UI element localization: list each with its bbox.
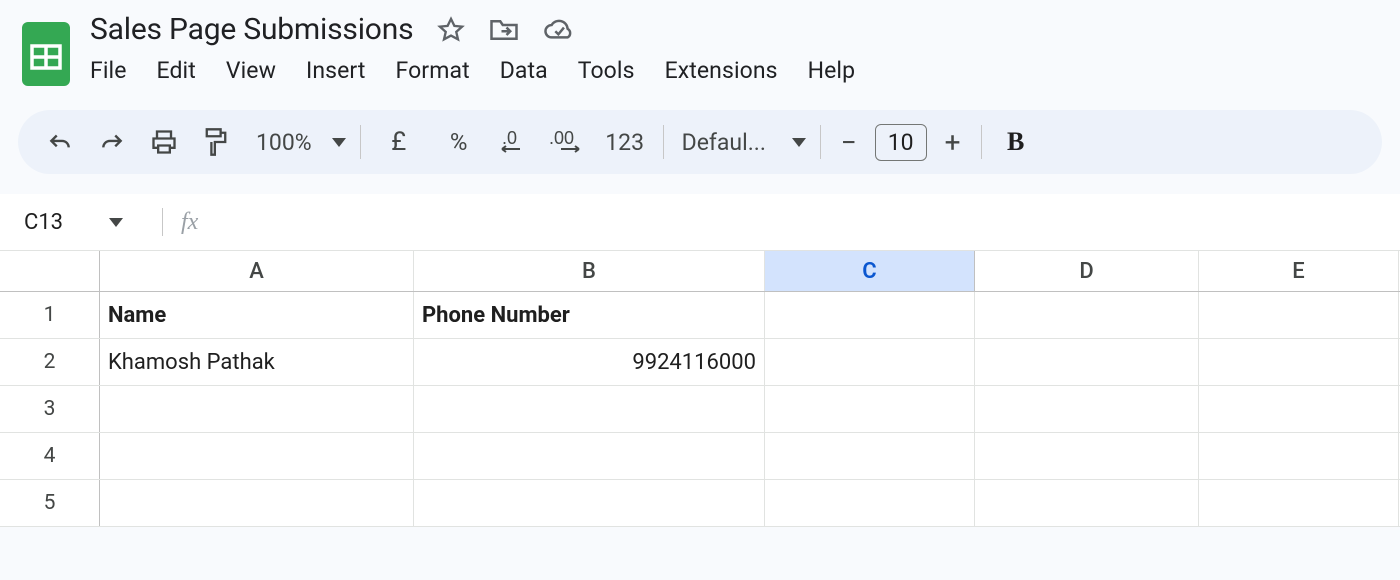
cell[interactable]	[414, 386, 765, 432]
menu-data[interactable]: Data	[500, 57, 548, 84]
chevron-down-icon	[332, 138, 346, 147]
cell[interactable]	[414, 433, 765, 479]
cell[interactable]	[100, 480, 414, 526]
cell[interactable]	[765, 480, 975, 526]
star-icon[interactable]	[437, 16, 465, 44]
cell[interactable]	[1199, 292, 1399, 338]
cell[interactable]	[765, 433, 975, 479]
print-icon[interactable]	[144, 122, 184, 162]
formula-bar-input[interactable]	[198, 194, 1400, 250]
document-title[interactable]: Sales Page Submissions	[90, 12, 413, 47]
cell[interactable]: Phone Number	[414, 292, 765, 338]
zoom-dropdown[interactable]: 100%	[252, 129, 346, 156]
undo-icon[interactable]	[40, 122, 80, 162]
menu-extensions[interactable]: Extensions	[665, 57, 778, 84]
cloud-status-icon[interactable]	[543, 18, 575, 42]
increase-font-size-button[interactable]: +	[939, 126, 967, 159]
select-all-corner[interactable]	[0, 251, 100, 291]
font-size-input[interactable]: 10	[875, 124, 927, 161]
cell[interactable]: Khamosh Pathak	[100, 339, 414, 385]
sheets-logo-icon	[20, 20, 72, 88]
cell[interactable]: Name	[100, 292, 414, 338]
row-header[interactable]: 2	[0, 339, 100, 385]
cell[interactable]	[1199, 433, 1399, 479]
zoom-value: 100%	[252, 129, 316, 156]
menu-format[interactable]: Format	[396, 57, 470, 84]
menu-help[interactable]: Help	[808, 57, 856, 84]
cell[interactable]	[975, 386, 1199, 432]
cell-reference-value: C13	[24, 210, 63, 235]
column-header-b[interactable]: B	[414, 251, 765, 291]
row-header[interactable]: 5	[0, 480, 100, 526]
cell[interactable]	[765, 292, 975, 338]
redo-icon[interactable]	[92, 122, 132, 162]
cell[interactable]	[414, 480, 765, 526]
cell[interactable]	[975, 292, 1199, 338]
column-header-c[interactable]: C	[765, 251, 975, 291]
column-header-e[interactable]: E	[1199, 251, 1399, 291]
font-family-dropdown[interactable]: Defaul...	[678, 129, 806, 156]
number-format-button[interactable]: 123	[601, 122, 649, 162]
decrease-font-size-button[interactable]: −	[835, 126, 863, 159]
menu-bar: File Edit View Insert Format Data Tools …	[90, 57, 1380, 84]
bold-button[interactable]: B	[996, 122, 1036, 162]
cell[interactable]	[765, 386, 975, 432]
spreadsheet-grid: A B C D E 1 Name Phone Number 2 Khamosh …	[0, 251, 1400, 527]
svg-text:.00: .00	[549, 128, 574, 148]
menu-view[interactable]: View	[226, 57, 276, 84]
menu-tools[interactable]: Tools	[578, 57, 635, 84]
menu-edit[interactable]: Edit	[157, 57, 196, 84]
move-folder-icon[interactable]	[489, 17, 519, 43]
row-header[interactable]: 4	[0, 433, 100, 479]
decrease-decimal-button[interactable]: .0	[495, 122, 535, 162]
font-family-value: Defaul...	[678, 129, 776, 156]
cell[interactable]	[975, 433, 1199, 479]
svg-text:.0: .0	[502, 128, 517, 148]
row-header[interactable]: 3	[0, 386, 100, 432]
cell[interactable]	[975, 480, 1199, 526]
column-header-d[interactable]: D	[975, 251, 1199, 291]
row-header[interactable]: 1	[0, 292, 100, 338]
cell[interactable]: 9924116000	[414, 339, 765, 385]
currency-button[interactable]: £	[375, 122, 423, 162]
paint-format-icon[interactable]	[196, 122, 236, 162]
menu-insert[interactable]: Insert	[306, 57, 366, 84]
cell[interactable]	[975, 339, 1199, 385]
formula-bar-fx-icon: fx	[181, 209, 198, 236]
chevron-down-icon	[109, 218, 123, 227]
menu-file[interactable]: File	[90, 57, 127, 84]
toolbar: 100% £ % .0 .00 123 Defaul... − 10 + B	[18, 110, 1382, 174]
cell[interactable]	[765, 339, 975, 385]
cell[interactable]	[1199, 339, 1399, 385]
cell[interactable]	[1199, 386, 1399, 432]
cell[interactable]	[100, 433, 414, 479]
cell[interactable]	[1199, 480, 1399, 526]
column-header-a[interactable]: A	[100, 251, 414, 291]
percent-button[interactable]: %	[435, 122, 483, 162]
cell[interactable]	[100, 386, 414, 432]
increase-decimal-button[interactable]: .00	[547, 122, 589, 162]
chevron-down-icon	[792, 138, 806, 147]
cell-reference-dropdown[interactable]: C13	[0, 210, 144, 235]
